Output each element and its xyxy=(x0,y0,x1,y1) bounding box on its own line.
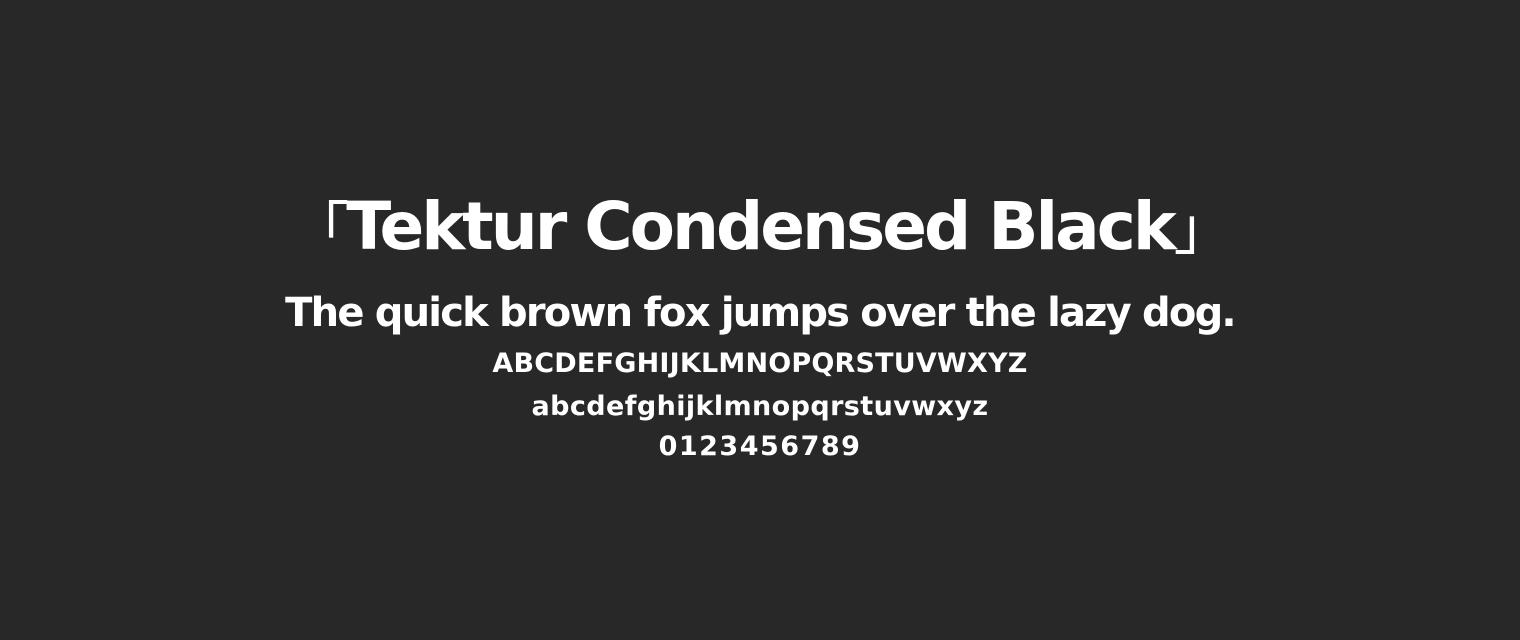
font-specimen-canvas: 「Tektur Condensed Black」 The quick brown… xyxy=(0,0,1520,640)
pangram-sample: The quick brown fox jumps over the lazy … xyxy=(285,290,1236,336)
font-name: Tektur Condensed Black xyxy=(346,188,1176,265)
close-bracket: 」 xyxy=(1173,195,1232,263)
uppercase-alphabet: ABCDEFGHIJKLMNOPQRSTUVWXYZ xyxy=(492,348,1028,379)
font-title: 「Tektur Condensed Black」 xyxy=(0,184,1520,270)
open-bracket: 「 xyxy=(291,195,349,263)
digits-row: 0123456789 xyxy=(658,431,862,462)
lowercase-alphabet: abcdefghijklmnopqrstuvwxyz xyxy=(531,391,989,422)
